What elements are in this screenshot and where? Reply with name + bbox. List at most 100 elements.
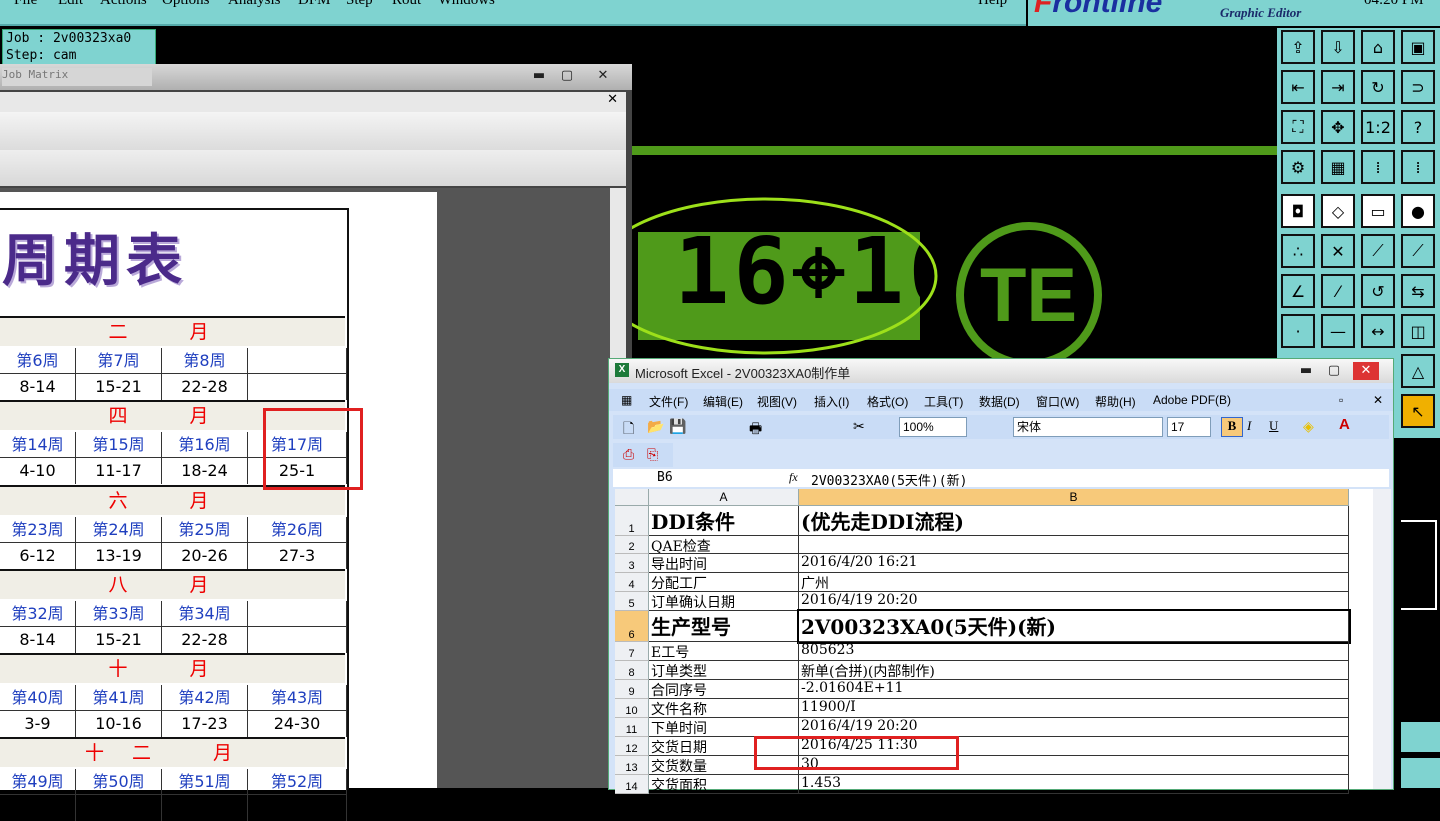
scale-icon[interactable]: 1:2 <box>1361 110 1395 144</box>
pointer-icon[interactable]: ↖ <box>1401 394 1435 428</box>
help-icon[interactable]: ? <box>1401 110 1435 144</box>
menu-actions[interactable]: Actions <box>100 0 147 9</box>
excel-menu-view[interactable]: 视图(V) <box>757 393 797 410</box>
layer-toggle-icon[interactable]: ⁞ <box>1361 150 1395 184</box>
column-header-b[interactable]: B <box>799 489 1349 506</box>
nodes-icon[interactable]: ∴ <box>1281 234 1315 268</box>
menu-analysis[interactable]: Analysis <box>228 0 281 9</box>
row-header[interactable]: 8 <box>615 661 649 680</box>
excel-menu-insert[interactable]: 插入(I) <box>814 393 849 410</box>
font-name-select[interactable]: 宋体 <box>1013 417 1163 437</box>
close-icon[interactable]: ✕ <box>607 92 618 107</box>
excel-vertical-scrollbar[interactable] <box>1373 489 1391 789</box>
row-header[interactable]: 12 <box>615 737 649 756</box>
menu-rout[interactable]: Rout <box>392 0 421 9</box>
menu-step[interactable]: Step <box>346 0 373 9</box>
cell-b[interactable]: 2016/4/19 20:20 <box>799 592 1349 611</box>
row-header[interactable]: 3 <box>615 554 649 573</box>
cell-a[interactable]: QAE检查 <box>649 536 799 554</box>
select-all-corner[interactable] <box>615 489 649 506</box>
zoom-icon[interactable]: ✥ <box>1321 110 1355 144</box>
cell-b[interactable]: 11900/I <box>799 699 1349 718</box>
cell-a[interactable]: 订单类型 <box>649 661 799 680</box>
row-header[interactable]: 2 <box>615 536 649 554</box>
row-header[interactable]: 14 <box>615 775 649 794</box>
excel-menu-tools[interactable]: 工具(T) <box>924 393 963 410</box>
select-icon[interactable]: ◘ <box>1281 194 1315 228</box>
excel-close-button[interactable]: ✕ <box>1353 362 1379 380</box>
excel-minimize-button[interactable]: ▬ <box>1293 362 1319 380</box>
fill-color-icon[interactable]: ◈ <box>1303 418 1314 435</box>
shapes-icon[interactable]: ◫ <box>1401 314 1435 348</box>
settings-icon[interactable]: ⚙ <box>1281 150 1315 184</box>
menu-dfm[interactable]: DFM <box>298 0 331 9</box>
line2-icon[interactable]: ⟋ <box>1401 234 1435 268</box>
zoom-select[interactable]: 100% <box>899 417 967 437</box>
angle-icon[interactable]: ∠ <box>1281 274 1315 308</box>
redo-icon[interactable]: ↻ <box>1361 70 1395 104</box>
excel-menu-data[interactable]: 数据(D) <box>979 393 1020 410</box>
slash-icon[interactable]: ⁄ <box>1321 274 1355 308</box>
menu-help[interactable]: Help <box>978 0 1007 9</box>
excel-menu-file[interactable]: 文件(F) <box>649 393 688 410</box>
row-header[interactable]: 1 <box>615 506 649 536</box>
side-tab-2[interactable] <box>1401 758 1440 788</box>
move-left-icon[interactable]: ⇤ <box>1281 70 1315 104</box>
cell-b[interactable]: 广州 <box>799 573 1349 592</box>
line-icon[interactable]: ⟋ <box>1361 234 1395 268</box>
column-header-a[interactable]: A <box>649 489 799 506</box>
cell-a[interactable]: 导出时间 <box>649 554 799 573</box>
cell-a[interactable]: 下单时间 <box>649 718 799 737</box>
row-header[interactable]: 7 <box>615 642 649 661</box>
excel-menu-adobe-pdf[interactable]: Adobe PDF(B) <box>1153 393 1231 407</box>
excel-menu-format[interactable]: 格式(O) <box>867 393 908 410</box>
home-icon[interactable]: ⌂ <box>1361 30 1395 64</box>
italic-button[interactable]: I <box>1247 418 1251 434</box>
arc-icon[interactable]: ↺ <box>1361 274 1395 308</box>
dash-icon[interactable]: — <box>1321 314 1355 348</box>
excel-menu-edit[interactable]: 编辑(E) <box>703 393 743 410</box>
name-box[interactable]: B6 <box>657 470 673 485</box>
close-button[interactable]: ✕ <box>590 67 616 85</box>
cell-a[interactable]: 生产型号 <box>649 611 799 642</box>
cell-b[interactable]: 805623 <box>799 642 1349 661</box>
measure-icon[interactable]: ↔ <box>1361 314 1395 348</box>
open-icon[interactable]: 📂 <box>647 418 664 435</box>
underline-button[interactable]: U <box>1269 418 1278 434</box>
layer-toggle2-icon[interactable]: ⁞ <box>1401 150 1435 184</box>
row-header[interactable]: 11 <box>615 718 649 737</box>
font-color-icon[interactable]: A <box>1339 416 1350 433</box>
cell-a[interactable]: E工号 <box>649 642 799 661</box>
new-icon[interactable]: 🗋 <box>623 418 634 442</box>
menu-file[interactable]: File <box>14 0 37 9</box>
triangle-icon[interactable]: △ <box>1401 354 1435 388</box>
cell-b[interactable]: (优先走DDI流程) <box>799 506 1349 536</box>
cell-b[interactable]: -2.01604E+11 <box>799 680 1349 699</box>
workbook-restore-icon[interactable]: ▫ <box>1339 393 1343 407</box>
cell-b[interactable]: 2016/4/20 16:21 <box>799 554 1349 573</box>
row-header[interactable]: 5 <box>615 592 649 611</box>
step-icon[interactable]: ⊃ <box>1401 70 1435 104</box>
minimize-button[interactable]: ▬ <box>526 67 552 85</box>
menu-options[interactable]: Options <box>162 0 210 9</box>
spreadsheet-grid[interactable]: A B 1 DDI条件 (优先走DDI流程) 2 QAE检查 3 导出时间 2016/4/20… <box>615 489 1373 794</box>
row-header[interactable]: 4 <box>615 573 649 592</box>
circle-icon[interactable]: ● <box>1401 194 1435 228</box>
pdf-mail-icon[interactable]: ⎘ <box>647 446 658 463</box>
maximize-button[interactable]: ▢ <box>554 67 580 85</box>
cell-a[interactable]: DDI条件 <box>649 506 799 536</box>
workbook-icon[interactable]: ▦ <box>621 393 632 407</box>
row-header[interactable]: 10 <box>615 699 649 718</box>
menu-windows[interactable]: Windows <box>438 0 495 9</box>
cell-a[interactable]: 订单确认日期 <box>649 592 799 611</box>
flip-icon[interactable]: ⇆ <box>1401 274 1435 308</box>
polygon-icon[interactable]: ◇ <box>1321 194 1355 228</box>
cell-b[interactable]: 新单(合拼)(内部制作) <box>799 661 1349 680</box>
fit-icon[interactable]: ⛶ <box>1281 110 1315 144</box>
cell-b[interactable]: 1.453 <box>799 775 1349 794</box>
point-icon[interactable]: · <box>1281 314 1315 348</box>
workbook-close-icon[interactable]: ✕ <box>1373 393 1383 407</box>
menu-edit[interactable]: Edit <box>58 0 83 9</box>
cell-a[interactable]: 文件名称 <box>649 699 799 718</box>
upload-icon[interactable]: ⇪ <box>1281 30 1315 64</box>
